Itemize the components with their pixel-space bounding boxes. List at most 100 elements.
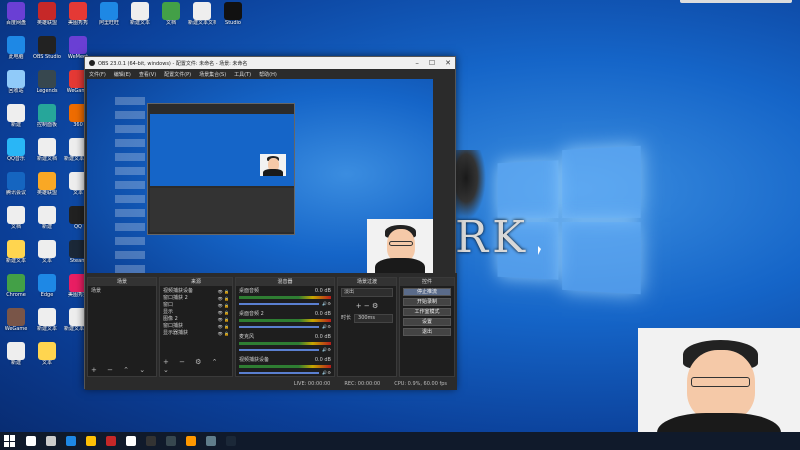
mute-settings-icon[interactable]: 🔊⚙ xyxy=(322,300,331,307)
control-button[interactable]: 退出 xyxy=(403,328,451,336)
desktop-icon[interactable]: 文档 xyxy=(157,2,185,26)
start-button[interactable] xyxy=(4,435,16,447)
desktop-icon[interactable]: 新建文本 xyxy=(33,308,61,332)
desktop-icon[interactable]: 新建 xyxy=(33,206,61,230)
wegame-icon[interactable] xyxy=(206,436,216,446)
nested-obs-preview xyxy=(147,103,295,235)
visibility-lock-icon[interactable]: 👁 🔒 xyxy=(218,302,229,309)
desktop-icon[interactable]: WeGame xyxy=(2,308,30,332)
sources-dock: 来源 视频捕获设备 👁 🔒 窗口捕获 2 👁 🔒 窗口 👁 🔒 显示 👁 🔒 图像 2 👁 🔒 窗口… xyxy=(159,277,233,377)
desktop-icon[interactable]: 文本 xyxy=(33,342,61,366)
menu-item[interactable]: 配置文件(P) xyxy=(164,71,191,78)
obs-icon[interactable] xyxy=(146,436,156,446)
source-item[interactable]: 窗口捕获 2 👁 🔒 xyxy=(163,295,229,302)
mixer-channel-db: 0.0 dB xyxy=(315,357,331,364)
scene-item[interactable]: 场景 xyxy=(91,288,153,295)
task-view-icon[interactable] xyxy=(46,436,56,446)
desktop-icon[interactable]: Legends xyxy=(33,70,61,94)
desktop-icon[interactable]: 文本 xyxy=(33,240,61,264)
edge-icon[interactable] xyxy=(66,436,76,446)
browser-icon[interactable] xyxy=(186,436,196,446)
app-icon xyxy=(38,70,56,88)
desktop-icon[interactable]: Edge xyxy=(33,274,61,298)
volume-slider[interactable] xyxy=(239,372,319,374)
control-button[interactable]: 设置 xyxy=(403,318,451,326)
desktop-icon[interactable]: 英雄联盟 xyxy=(33,172,61,196)
qq-icon[interactable] xyxy=(126,436,136,446)
source-item[interactable]: 显示器捕获 👁 🔒 xyxy=(163,330,229,337)
menu-item[interactable]: 查看(V) xyxy=(139,71,156,78)
desktop-icon[interactable]: 英雄联盟 xyxy=(33,2,61,26)
mixer-channel: 视频捕获设备 0.0 dB 🔊⚙ xyxy=(239,357,331,376)
minimize-icon[interactable]: – xyxy=(415,59,419,67)
source-name: 窗口捕获 2 xyxy=(163,295,188,302)
visibility-lock-icon[interactable]: 👁 🔒 xyxy=(218,309,229,316)
desktop-icon[interactable]: 文档 xyxy=(2,206,30,230)
search-icon[interactable] xyxy=(26,436,36,446)
visibility-lock-icon[interactable]: 👁 🔒 xyxy=(218,295,229,302)
duration-input[interactable]: 300ms xyxy=(354,314,393,323)
controls-dock: 控件 停止推流 开始录制 工作室模式 设置 退出 xyxy=(399,277,455,377)
desktop-icon[interactable]: 此电脑 xyxy=(2,36,30,60)
desktop-icon[interactable]: 阿里旺旺 xyxy=(95,2,123,26)
desktop-icon[interactable]: 新建文本文档 xyxy=(188,2,216,26)
source-name: 窗口捕获 xyxy=(163,323,183,330)
sources-dock-toolbar[interactable]: + − ⚙ ⌃ ⌄ xyxy=(163,358,232,374)
desktop-icon[interactable]: 美图秀秀 xyxy=(64,2,92,26)
desktop-icon[interactable]: 控制面板 xyxy=(33,104,61,128)
menu-item[interactable]: 工具(T) xyxy=(234,71,251,78)
desktop-icon[interactable]: 新建文档 xyxy=(33,138,61,162)
visibility-lock-icon[interactable]: 👁 🔒 xyxy=(218,288,229,295)
app-icon xyxy=(7,36,25,54)
desktop-icon-label: 百度网盘 xyxy=(2,20,30,26)
mute-settings-icon[interactable]: 🔊⚙ xyxy=(322,369,331,376)
source-item[interactable]: 视频捕获设备 👁 🔒 xyxy=(163,288,229,295)
app-icon xyxy=(7,206,25,224)
menu-item[interactable]: 帮助(H) xyxy=(259,71,277,78)
desktop-icon[interactable]: 新建文本 xyxy=(126,2,154,26)
volume-slider[interactable] xyxy=(239,326,319,328)
menu-item[interactable]: 场景集合(S) xyxy=(199,71,226,78)
desktop-icon[interactable]: 新建 xyxy=(2,104,30,128)
volume-slider[interactable] xyxy=(239,303,319,305)
source-item[interactable]: 图像 2 👁 🔒 xyxy=(163,316,229,323)
close-icon[interactable]: ✕ xyxy=(445,59,451,67)
obs-menubar: 文件(F) 编辑(E) 查看(V) 配置文件(P) 场景集合(S) 工具(T) 帮助(H) xyxy=(85,69,455,79)
transition-toolbar[interactable]: + − ⚙ xyxy=(341,303,393,310)
desktop-icon[interactable]: Studio xyxy=(219,2,247,26)
source-item[interactable]: 窗口 👁 🔒 xyxy=(163,302,229,309)
mixer-channel: 麦克风 0.0 dB 🔊⚙ xyxy=(239,334,331,353)
desktop-icon[interactable]: 新建 xyxy=(2,342,30,366)
desktop-icon[interactable]: 新建文本 xyxy=(2,240,30,264)
mute-settings-icon[interactable]: 🔊⚙ xyxy=(322,323,331,330)
control-button[interactable]: 停止推流 xyxy=(403,288,451,296)
desktop-icon[interactable]: Chrome xyxy=(2,274,30,298)
control-button[interactable]: 工作室模式 xyxy=(403,308,451,316)
obs-titlebar[interactable]: OBS 23.0.1 (64-bit, windows) - 配置文件: 未命名… xyxy=(85,57,455,69)
desktop-icon[interactable]: OBS Studio xyxy=(33,36,61,60)
maximize-icon[interactable]: ☐ xyxy=(429,59,435,67)
desktop-icon[interactable]: 回收站 xyxy=(2,70,30,94)
scenes-dock-toolbar[interactable]: + − ⌃ ⌄ xyxy=(91,366,149,374)
menu-item[interactable]: 编辑(E) xyxy=(114,71,131,78)
obs-window[interactable]: OBS 23.0.1 (64-bit, windows) - 配置文件: 未命名… xyxy=(84,56,456,389)
desktop-icon[interactable]: QQ音乐 xyxy=(2,138,30,162)
league-icon[interactable] xyxy=(106,436,116,446)
volume-slider[interactable] xyxy=(239,349,319,351)
menu-item[interactable]: 文件(F) xyxy=(89,71,106,78)
transition-type-select[interactable]: 淡出 xyxy=(341,288,393,297)
control-button[interactable]: 开始录制 xyxy=(403,298,451,306)
visibility-lock-icon[interactable]: 👁 🔒 xyxy=(218,330,229,337)
desktop-icon[interactable]: 腾讯会议 xyxy=(2,172,30,196)
explorer-icon[interactable] xyxy=(86,436,96,446)
mute-settings-icon[interactable]: 🔊⚙ xyxy=(322,346,331,353)
steam-icon[interactable] xyxy=(226,436,236,446)
source-item[interactable]: 窗口捕获 👁 🔒 xyxy=(163,323,229,330)
source-item[interactable]: 显示 👁 🔒 xyxy=(163,309,229,316)
visibility-lock-icon[interactable]: 👁 🔒 xyxy=(218,316,229,323)
source-name: 图像 2 xyxy=(163,316,178,323)
desktop-icon[interactable]: 百度网盘 xyxy=(2,2,30,26)
visibility-lock-icon[interactable]: 👁 🔒 xyxy=(218,323,229,330)
scenes-dock-title: 场景 xyxy=(88,278,156,286)
app-icon[interactable] xyxy=(166,436,176,446)
